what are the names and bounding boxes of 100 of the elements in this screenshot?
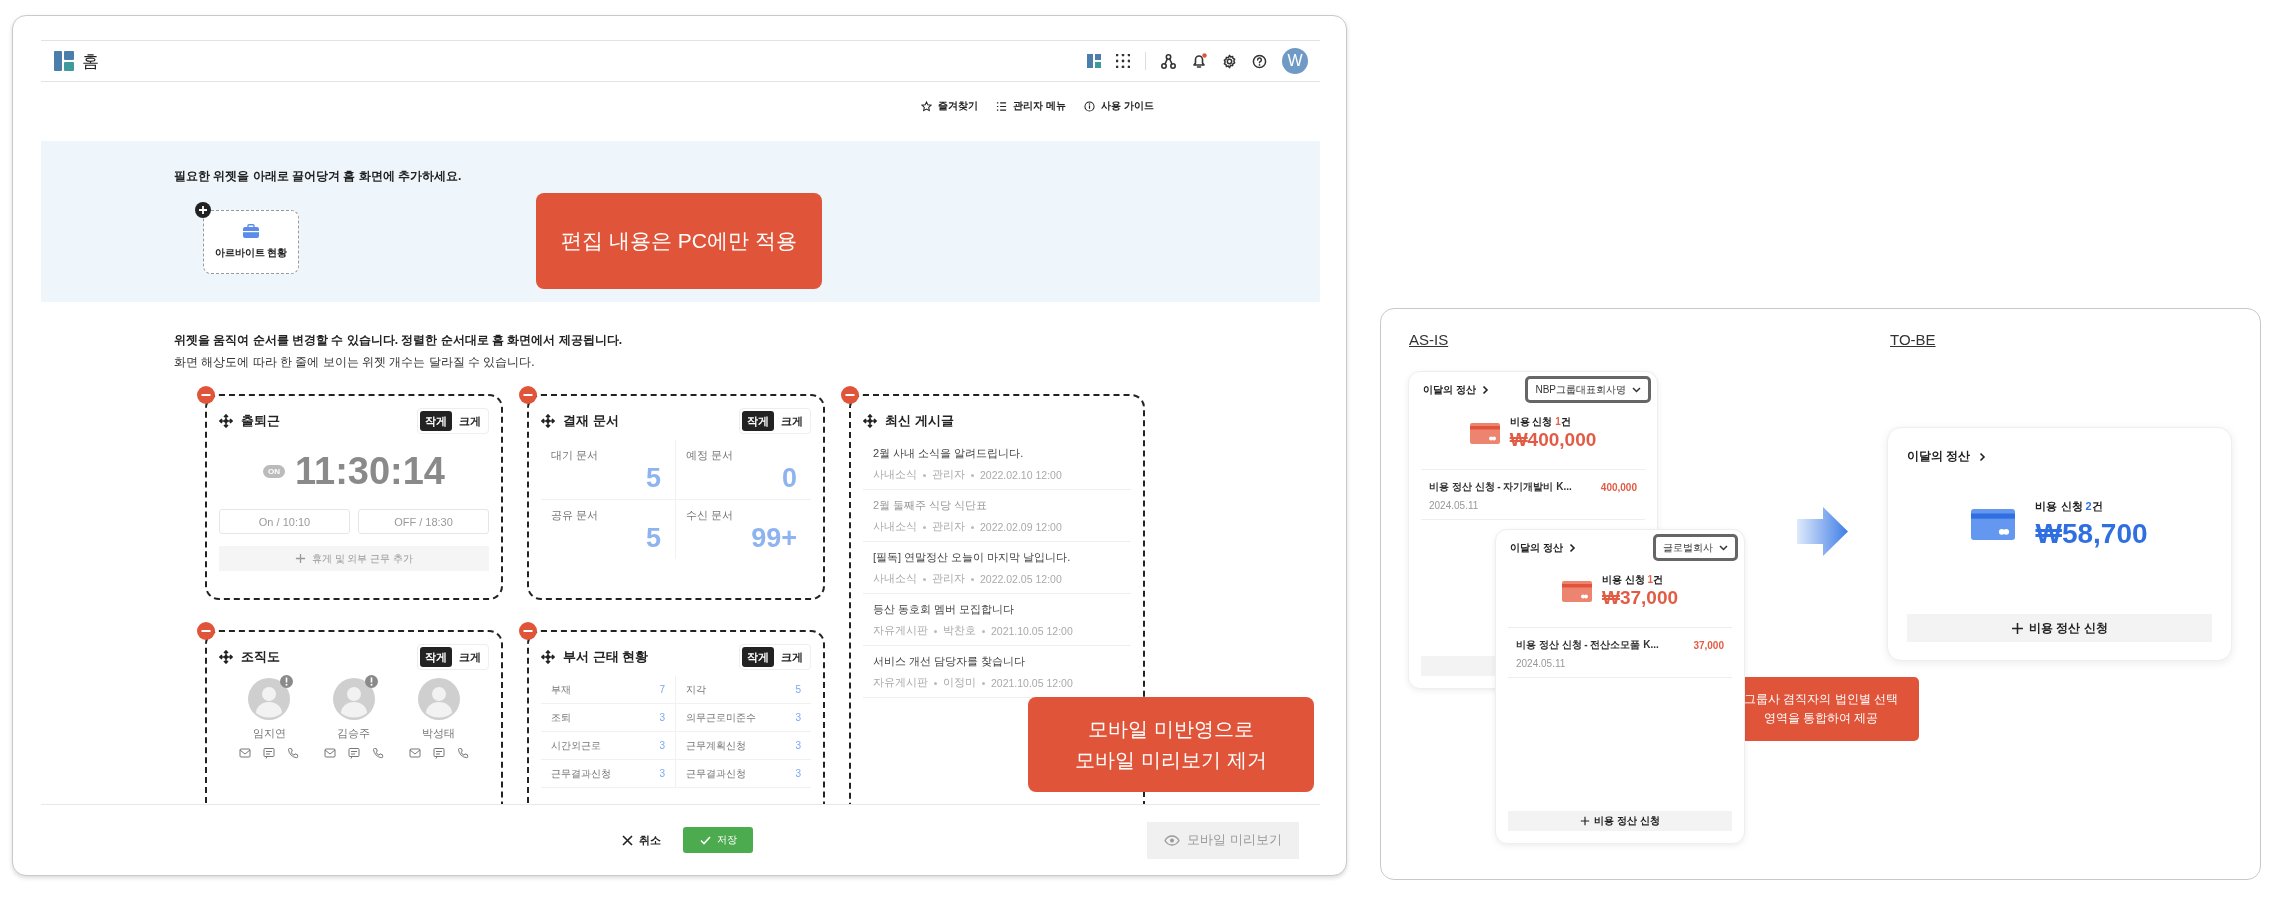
stat-label: 근무결과신청 xyxy=(551,766,611,781)
briefcase-icon xyxy=(243,224,259,238)
plus-icon xyxy=(2011,621,2025,635)
move-icon[interactable] xyxy=(541,414,555,428)
card-title-link[interactable]: 이달의 정산 xyxy=(1421,382,1489,397)
person-avatar xyxy=(417,678,460,720)
message-icon[interactable] xyxy=(348,747,360,759)
stat-label: 근무결과신청 xyxy=(686,766,746,781)
post-title[interactable]: 서비스 개선 담당자를 찾습니다 xyxy=(873,654,1121,669)
org-chart-icon[interactable] xyxy=(1161,53,1176,69)
move-icon[interactable] xyxy=(219,414,233,428)
message-icon[interactable] xyxy=(263,747,276,759)
phone-icon[interactable] xyxy=(456,747,469,759)
widget-title: 최신 게시글 xyxy=(885,412,954,430)
count-text: 비용 신청 1건 xyxy=(1509,415,1572,429)
logo-icon xyxy=(54,51,74,71)
apps-grid-icon[interactable] xyxy=(1116,54,1130,68)
chevron-right-icon xyxy=(1979,451,1987,462)
widget-tile[interactable]: 아르바이트 현황 xyxy=(203,210,299,274)
expense-title[interactable]: 비용 정산 신청 - 자기개발비 K... xyxy=(1429,480,1572,494)
mail-icon[interactable] xyxy=(324,747,336,759)
post-author: 박찬호 xyxy=(943,624,976,638)
toolbar-link[interactable]: 사용 가이드 xyxy=(1084,99,1154,113)
cancel-button[interactable]: 취소 xyxy=(622,832,661,848)
section-label: AS-IS xyxy=(1409,331,1449,348)
post-title[interactable]: 등산 동호회 멤버 모집합니다 xyxy=(873,602,1121,617)
remove-icon[interactable] xyxy=(519,622,537,640)
company-dropdown[interactable]: 글로벌회사 xyxy=(1653,534,1738,561)
size-option[interactable]: 작게 xyxy=(420,647,452,667)
size-option[interactable]: 작게 xyxy=(742,411,774,431)
close-icon xyxy=(622,834,633,846)
move-icon[interactable] xyxy=(541,650,555,664)
post-date: 2021.10.05 12:00 xyxy=(991,625,1073,637)
info-icon xyxy=(1084,100,1096,112)
widget-title: 결재 문서 xyxy=(563,412,619,430)
plus-icon xyxy=(294,553,306,564)
card-title-link[interactable]: 이달의 정산 xyxy=(1508,540,1576,555)
settings-icon[interactable] xyxy=(1222,53,1237,69)
post-date: 2022.02.05 12:00 xyxy=(980,573,1062,585)
move-icon[interactable] xyxy=(219,650,233,664)
list-icon xyxy=(996,100,1008,112)
status-badge: ON xyxy=(263,465,285,478)
toolbar-link[interactable]: 즐겨찾기 xyxy=(921,99,979,113)
section-label: TO-BE xyxy=(1890,331,1936,348)
expense-date: 2024.05.11 xyxy=(1516,658,1567,669)
chevron-down-icon xyxy=(1719,544,1728,551)
post-author: 관리자 xyxy=(932,520,965,534)
phone-icon[interactable] xyxy=(372,747,384,759)
mail-icon[interactable] xyxy=(239,747,252,759)
annotation-callout: 모바일 미반영으로 모바일 미리보기 제거 xyxy=(1028,697,1314,792)
remove-icon[interactable] xyxy=(197,386,215,404)
help-icon[interactable] xyxy=(1252,53,1267,69)
remove-icon[interactable] xyxy=(519,386,537,404)
stat-label: 수신 문서 xyxy=(686,508,735,523)
star-icon xyxy=(921,100,933,112)
post-author: 이정미 xyxy=(943,676,976,690)
post-author: 관리자 xyxy=(932,572,965,586)
widget-title: 조직도 xyxy=(241,648,280,666)
stat-label: 근무계획신청 xyxy=(686,738,746,753)
size-option[interactable]: 작게 xyxy=(420,411,452,431)
apply-button[interactable]: 비용 정산 신청 xyxy=(1907,614,2212,642)
company-dropdown[interactable]: NBP그룹대표회사명 xyxy=(1525,376,1651,403)
apply-button[interactable]: 비용 정산 신청 xyxy=(1508,811,1732,831)
stat-label: 조퇴 xyxy=(551,710,571,725)
toolbar-link[interactable]: 관리자 메뉴 xyxy=(996,99,1067,113)
stat-label: 시간외근로 xyxy=(551,738,601,753)
credit-card-icon xyxy=(1469,422,1500,444)
page-title: 홈 xyxy=(82,50,99,73)
credit-card-icon xyxy=(1561,580,1592,602)
plus-icon xyxy=(1580,816,1591,826)
chevron-right-icon xyxy=(1568,542,1576,553)
chevron-right-icon xyxy=(1481,384,1489,395)
post-date: 2021.10.05 12:00 xyxy=(991,677,1073,689)
layout-icon[interactable] xyxy=(1087,54,1101,68)
instruction-text: 위젯을 움직여 순서를 변경할 수 있습니다. 정렬한 순서대로 홈 화면에서 제공됩니다. xyxy=(174,332,623,349)
instruction-text: 필요한 위젯을 아래로 끌어당겨 홈 화면에 추가하세요. xyxy=(174,168,463,185)
post-date: 2022.02.10 12:00 xyxy=(980,469,1062,481)
card-title-link[interactable]: 이달의 정산 xyxy=(1907,448,2212,465)
remove-icon[interactable] xyxy=(841,386,859,404)
total-amount: ₩400,000 xyxy=(1509,429,1597,451)
remove-icon[interactable] xyxy=(197,622,215,640)
stat-label: 대기 문서 xyxy=(551,448,600,463)
message-icon[interactable] xyxy=(432,747,445,759)
expense-title[interactable]: 비용 정산 신청 - 전산소모품 K... xyxy=(1516,638,1659,652)
expense-amount: 400,000 xyxy=(1600,481,1637,493)
notification-icon[interactable] xyxy=(1191,53,1207,69)
person-avatar xyxy=(248,678,291,720)
phone-icon[interactable] xyxy=(287,747,300,759)
add-icon[interactable] xyxy=(195,202,211,218)
post-title[interactable]: [필독] 연말정산 오늘이 마지막 날입니다. xyxy=(873,550,1121,565)
stat-label: 공유 문서 xyxy=(551,508,600,523)
widget-title: 부서 근태 현황 xyxy=(563,648,649,666)
annotation-callout: 편집 내용은 PC에만 적용 xyxy=(536,193,822,289)
size-option[interactable]: 작게 xyxy=(742,647,774,667)
clock-time: 11:30:14 xyxy=(295,450,445,493)
move-icon[interactable] xyxy=(863,414,877,428)
mail-icon[interactable] xyxy=(408,747,421,759)
stat-label: 부재 xyxy=(551,682,571,697)
person-avatar xyxy=(333,678,375,720)
post-title[interactable]: 2월 사내 소식을 알려드립니다. xyxy=(873,446,1121,461)
